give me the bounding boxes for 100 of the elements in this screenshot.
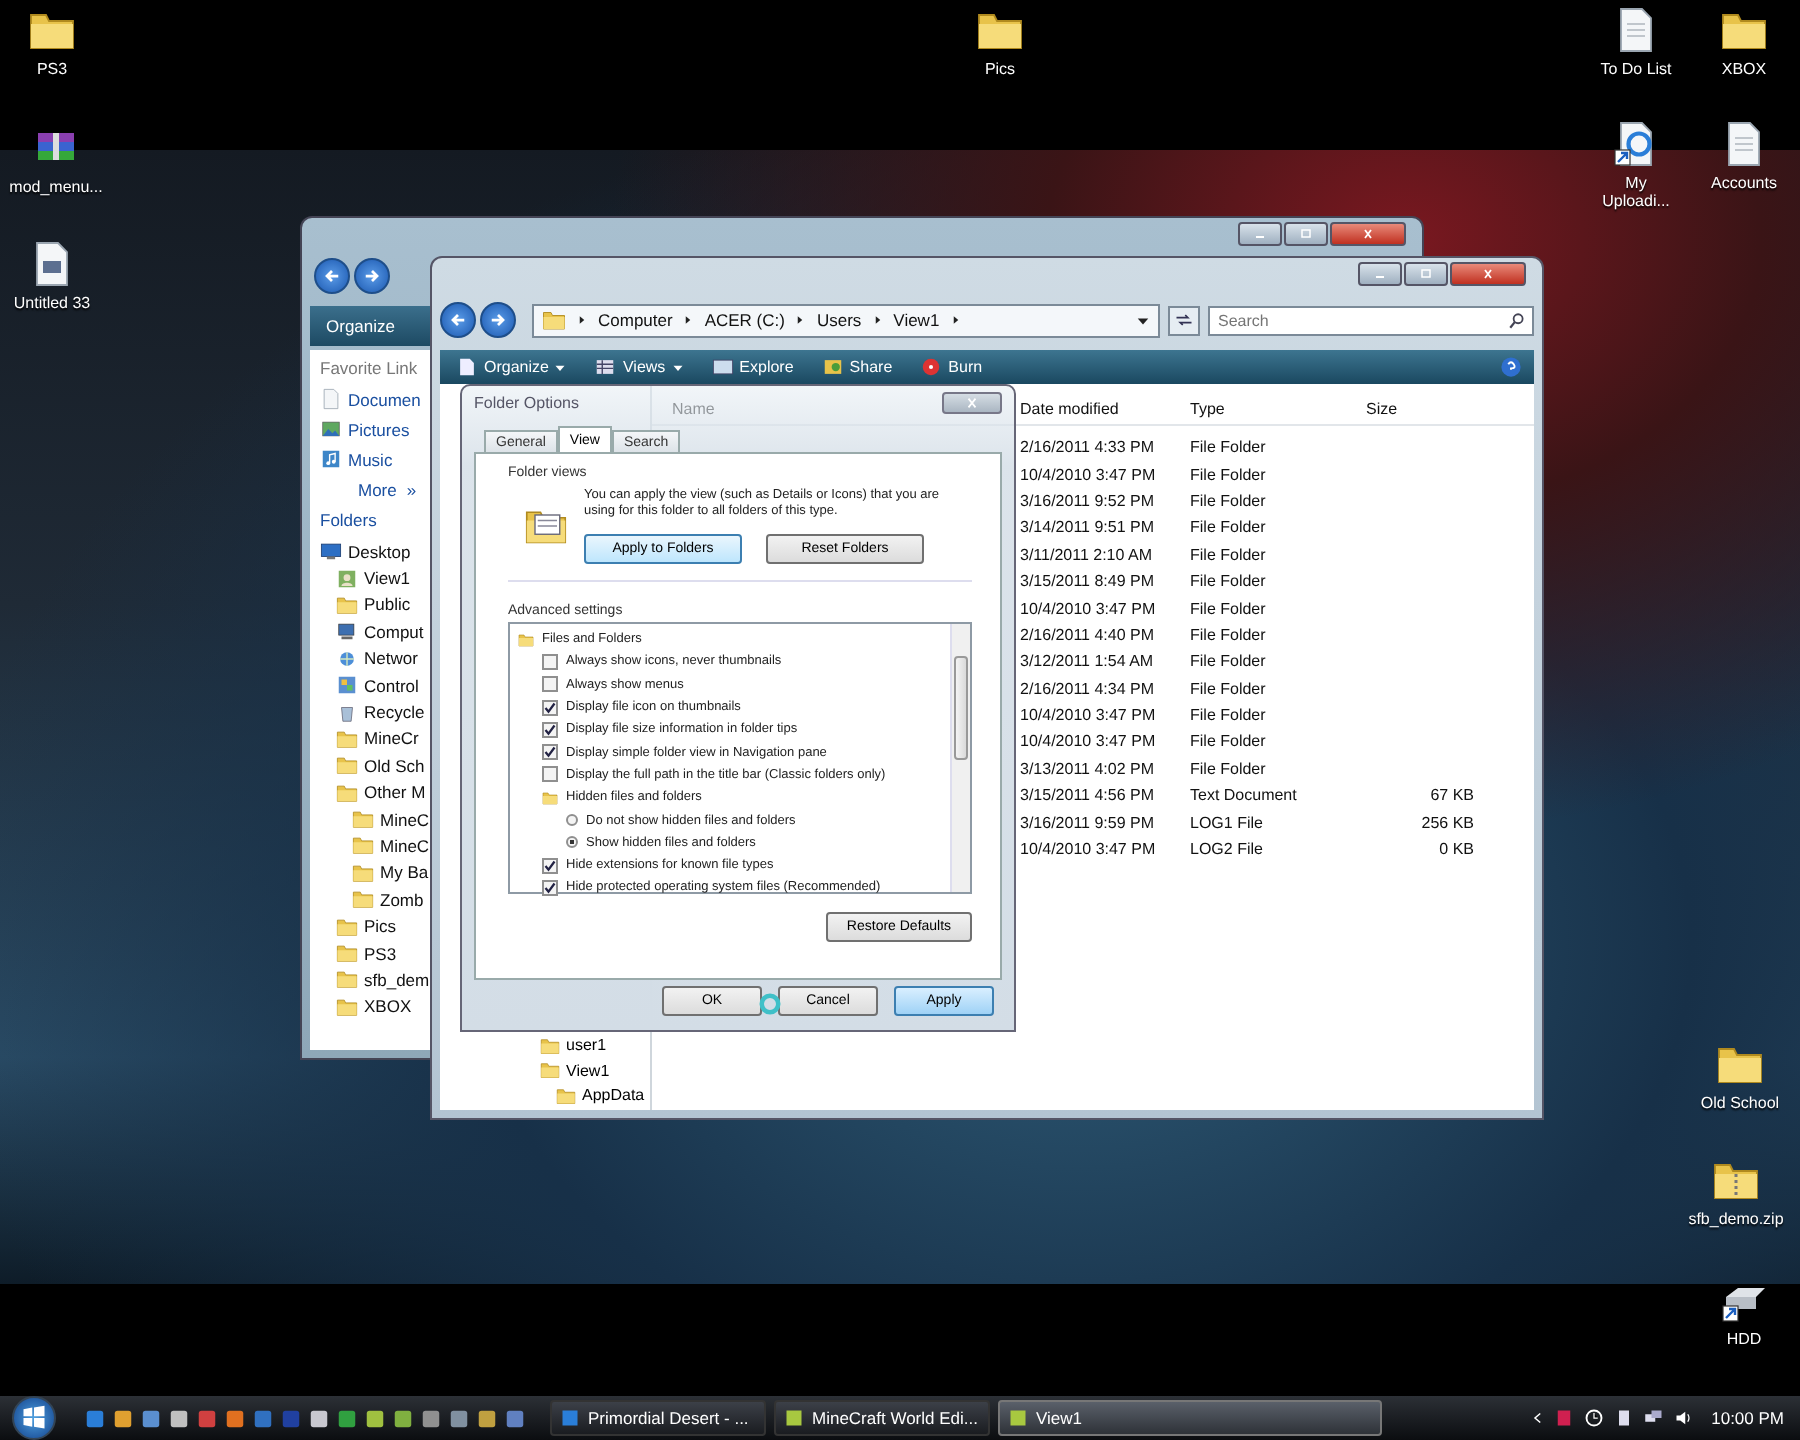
burn-disc-icon	[920, 356, 943, 378]
back-button[interactable]	[314, 258, 350, 294]
checkbox[interactable]	[542, 721, 558, 738]
search-field[interactable]: Search	[1208, 305, 1534, 335]
icon-tile[interactable]: To Do List	[1592, 6, 1680, 78]
tree-item[interactable]: Zomb	[352, 886, 432, 913]
tree-item[interactable]: Public	[336, 591, 432, 619]
table-cell-text: 10/4/2010 3:47 PM	[1020, 599, 1158, 618]
tree-item[interactable]: Other M	[336, 779, 432, 806]
taskbar-button[interactable]: MineCraft World Edi...	[774, 1400, 990, 1436]
checkbox[interactable]	[542, 744, 558, 761]
icon-tile[interactable]: Accounts	[1700, 120, 1788, 192]
quick-launch-button[interactable]	[476, 1407, 498, 1429]
maximize-button[interactable]	[1404, 262, 1448, 286]
radio-button[interactable]	[566, 836, 578, 849]
quick-launch-button[interactable]	[364, 1407, 386, 1429]
taskbar-button[interactable]: View1	[998, 1400, 1382, 1436]
checkbox[interactable]	[542, 857, 558, 874]
maximize-button[interactable]	[1284, 222, 1328, 246]
tree-item[interactable]: Comput	[336, 618, 432, 646]
quick-launch-button[interactable]	[112, 1407, 134, 1429]
close-button[interactable]	[942, 392, 1002, 414]
folder-icon	[542, 308, 566, 332]
refresh-button[interactable]	[1168, 305, 1200, 335]
icon-tile[interactable]: sfb_demo.zip	[1692, 1156, 1780, 1228]
icon-tile[interactable]: Untitled 33	[8, 240, 96, 312]
icon-tile[interactable]: XBOX	[1700, 6, 1788, 78]
column-header[interactable]: Date modified	[1020, 399, 1190, 417]
tree-item[interactable]: Networ	[336, 645, 432, 672]
tree-item[interactable]: MineC	[352, 832, 432, 860]
quick-launch-button[interactable]	[224, 1407, 246, 1429]
search-icon	[1508, 311, 1526, 329]
icon-tile[interactable]: HDD	[1700, 1276, 1788, 1348]
computer-icon	[336, 620, 358, 643]
column-header[interactable]: Type	[1190, 399, 1358, 417]
tree-item[interactable]: Control	[336, 671, 432, 699]
favorite-link[interactable]: Music	[320, 444, 432, 474]
breadcrumb-item[interactable]: Computer	[598, 310, 673, 330]
forward-button[interactable]	[480, 302, 516, 338]
quick-launch-button[interactable]	[336, 1407, 358, 1429]
help-button[interactable]	[1500, 356, 1522, 378]
radio-button[interactable]	[566, 814, 578, 827]
checkbox[interactable]	[542, 766, 558, 783]
icon-tile[interactable]: My Uploadi...	[1592, 120, 1680, 210]
close-button[interactable]	[1450, 262, 1526, 286]
toolbar-button[interactable]: Views	[590, 351, 688, 383]
checkbox[interactable]	[542, 699, 558, 716]
toolbar-button[interactable]: Share	[817, 351, 897, 383]
icon-tile[interactable]: Old School	[1696, 1040, 1784, 1112]
tree-item[interactable]: PS3	[336, 939, 432, 967]
taskbar-button[interactable]: Primordial Desert - ...	[550, 1400, 766, 1436]
quick-launch-button[interactable]	[308, 1407, 330, 1429]
tree-item[interactable]: Old Sch	[336, 752, 432, 780]
icon-tile[interactable]: Pics	[956, 6, 1044, 78]
tree-item[interactable]: Desktop	[320, 538, 432, 565]
tree-item[interactable]: sfb_dem	[336, 966, 432, 994]
tree-item[interactable]: XBOX	[336, 993, 432, 1021]
quick-launch-button[interactable]	[140, 1407, 162, 1429]
start-button[interactable]	[12, 1396, 56, 1440]
tree-item[interactable]: View1	[540, 1058, 650, 1083]
back-button[interactable]	[440, 302, 476, 338]
breadcrumb-item[interactable]: ACER (C:)	[704, 310, 785, 330]
quick-launch-button[interactable]	[420, 1407, 442, 1429]
checkbox[interactable]	[542, 676, 558, 693]
breadcrumb-item[interactable]: View1	[893, 310, 940, 330]
toolbar-button[interactable]: Burn	[916, 351, 987, 383]
forward-button[interactable]	[354, 258, 390, 294]
icon-tile[interactable]: PS3	[8, 6, 96, 78]
close-button[interactable]	[1330, 222, 1406, 246]
tree-item[interactable]: MineCr	[336, 725, 432, 753]
favorite-link[interactable]: Documen	[320, 384, 432, 414]
tree-item[interactable]: Pics	[336, 912, 432, 940]
toolbar-button[interactable]: Organize	[452, 351, 571, 383]
icon-tile[interactable]: mod_menu...	[12, 124, 100, 196]
quick-launch-button[interactable]	[168, 1407, 190, 1429]
quick-launch-button[interactable]	[504, 1407, 526, 1429]
tree-item[interactable]: AppData	[556, 1083, 650, 1108]
column-header[interactable]: Size	[1358, 399, 1474, 417]
tree-item[interactable]: My Ba	[352, 859, 432, 887]
tree-item[interactable]: user1	[540, 1033, 650, 1058]
quick-launch-button[interactable]	[448, 1407, 470, 1429]
breadcrumb-item[interactable]: Users	[816, 310, 862, 330]
more-link[interactable]: More	[358, 479, 397, 499]
minimize-button[interactable]	[1358, 262, 1402, 286]
section-heading: Folders	[320, 510, 379, 530]
tree-item[interactable]: Recycle	[336, 698, 432, 726]
user-folder-icon	[336, 567, 358, 590]
address-bar[interactable]: Computer ACER (C:) Users View1	[532, 303, 1160, 337]
favorite-link[interactable]: Pictures	[320, 414, 432, 444]
table-cell-text: File Folder	[1190, 572, 1268, 591]
checkbox[interactable]	[542, 653, 558, 670]
tree-item[interactable]: View1	[336, 564, 432, 592]
scrollbar-thumb[interactable]	[954, 656, 968, 760]
checkbox[interactable]	[542, 879, 558, 896]
quick-launch-button[interactable]	[392, 1407, 414, 1429]
tree-item[interactable]: MineC	[352, 805, 432, 833]
table-cell-text: 256 KB	[1419, 813, 1474, 832]
scrollbar[interactable]	[950, 624, 970, 892]
toolbar-button[interactable]: Explore	[707, 351, 798, 383]
minimize-button[interactable]	[1238, 222, 1282, 246]
